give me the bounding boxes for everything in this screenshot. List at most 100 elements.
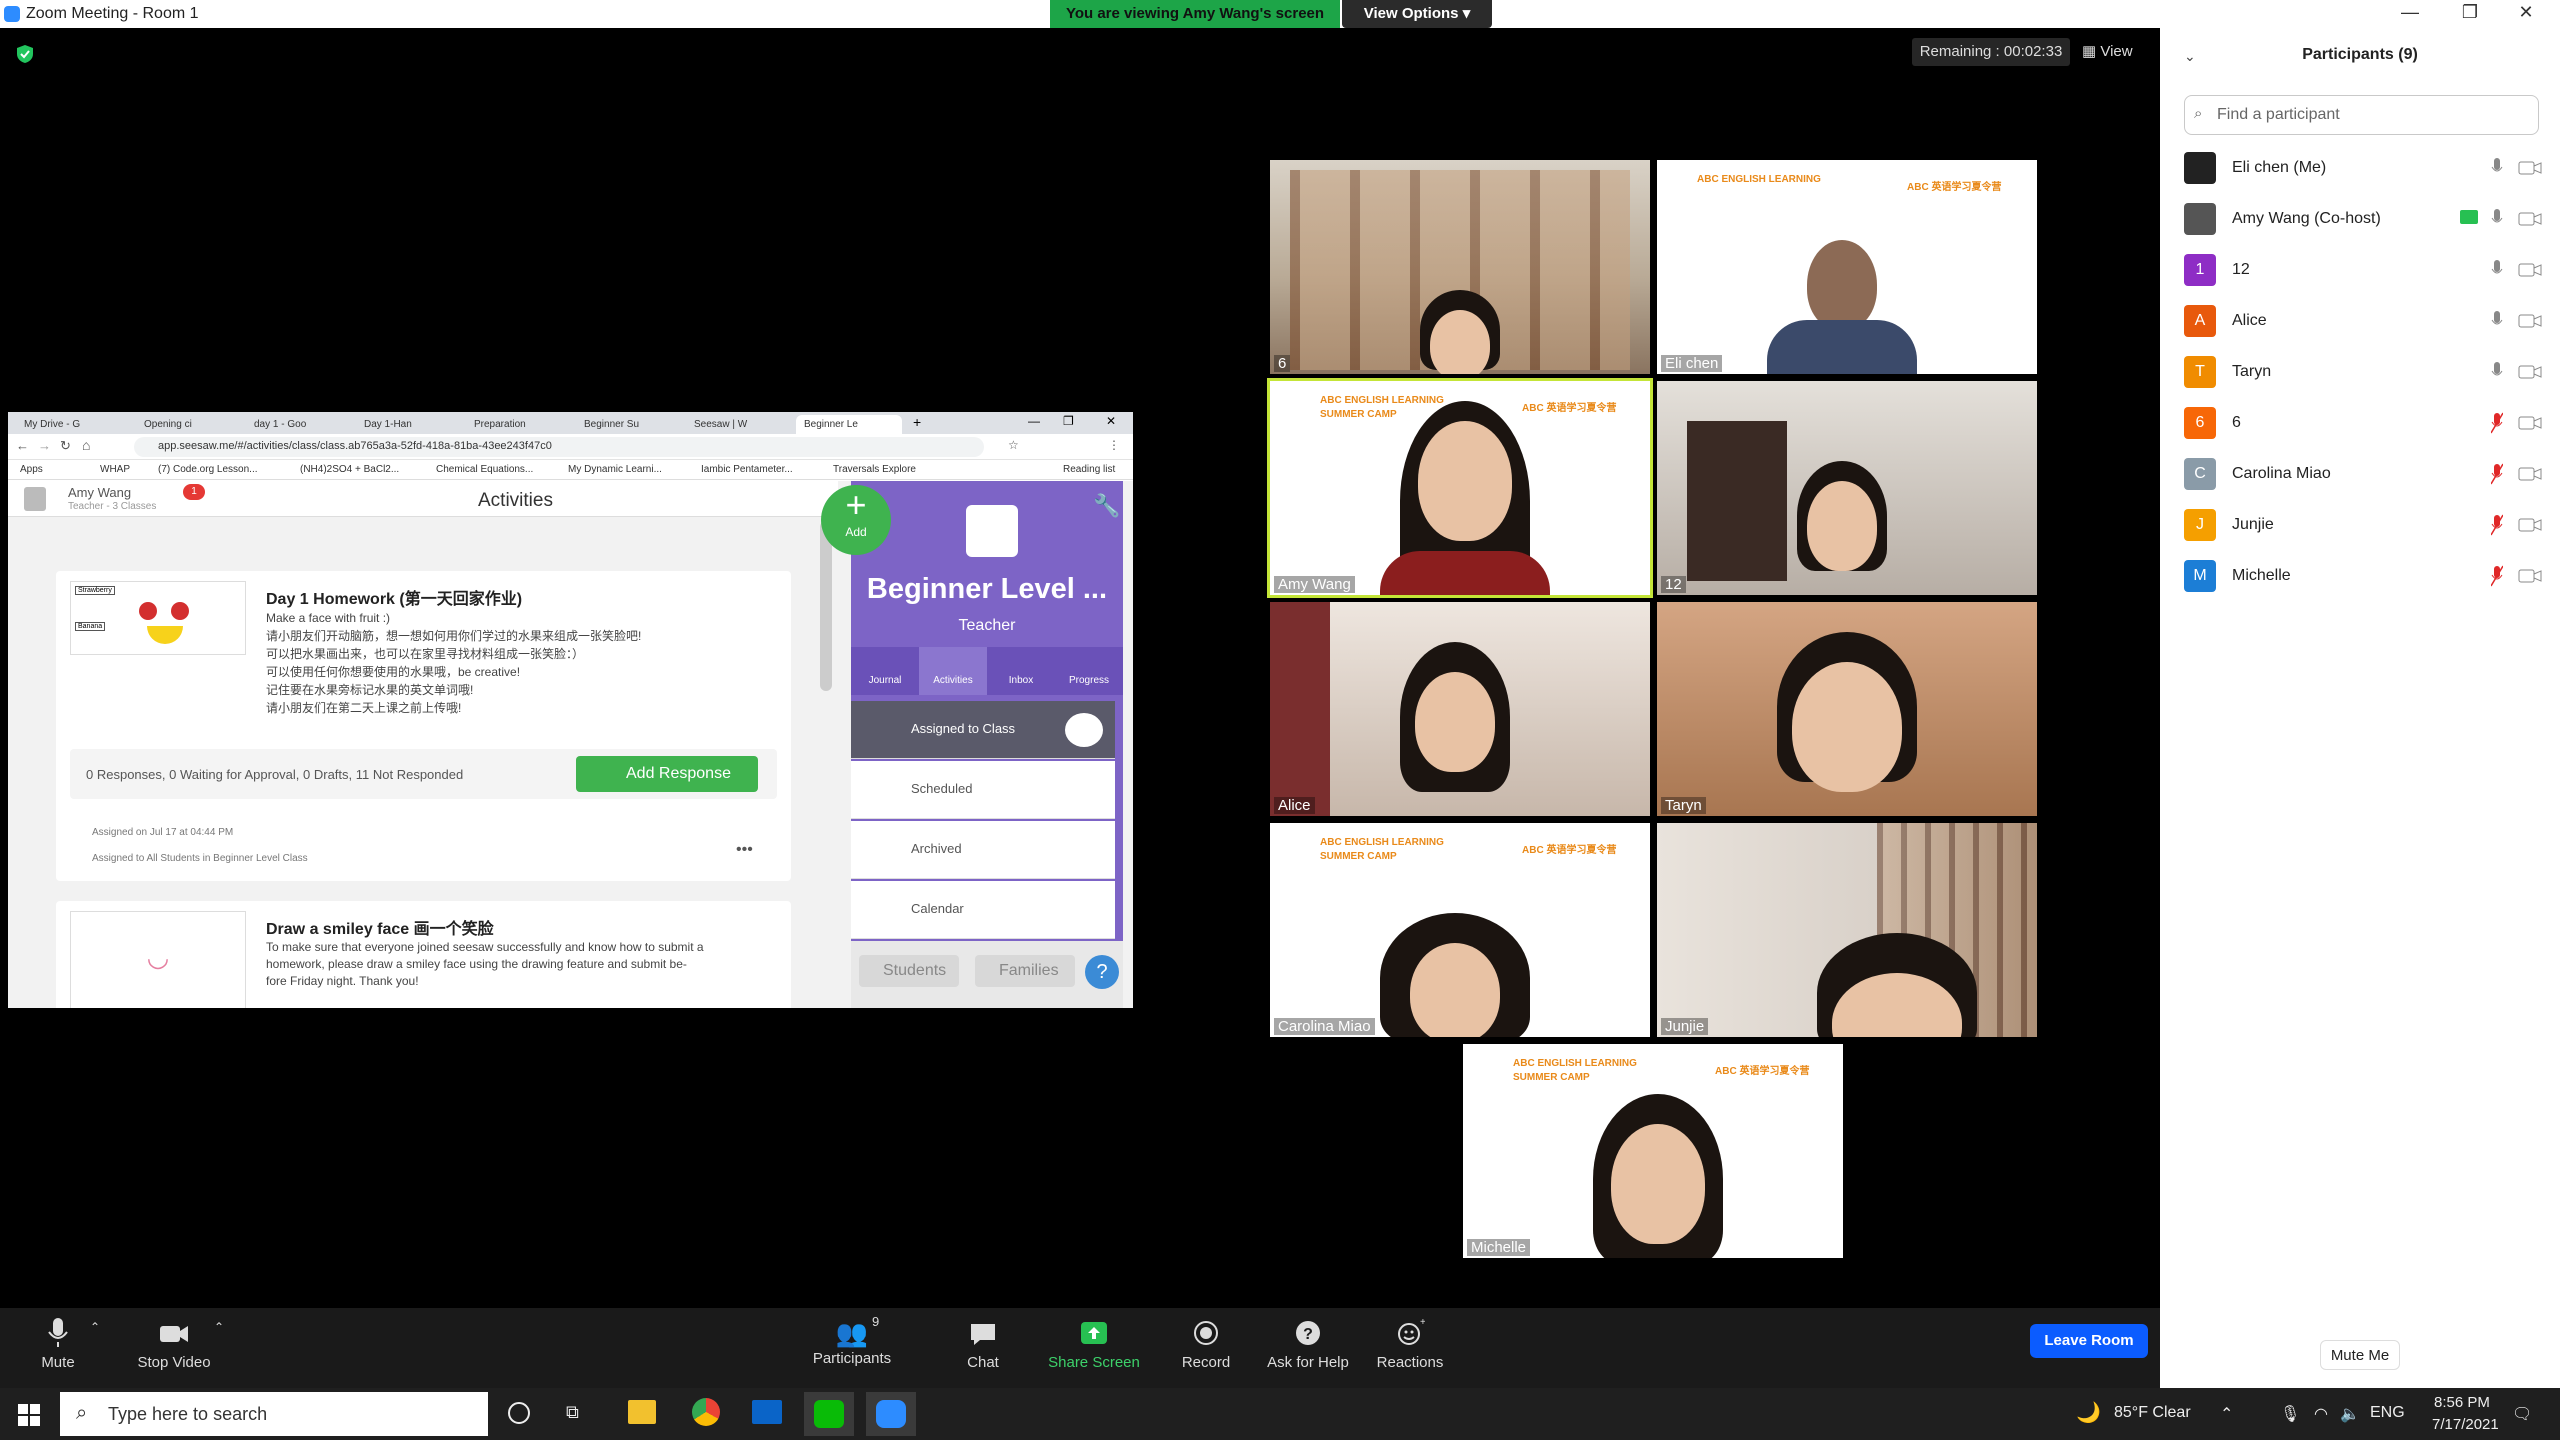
video-tile[interactable]: Junjie (1657, 823, 2037, 1037)
maximize-button[interactable]: ❐ (2450, 2, 2490, 26)
browser-tab[interactable]: Seesaw | W (686, 415, 792, 434)
nav-journal[interactable]: Journal (851, 675, 919, 686)
camera-icon[interactable] (2518, 568, 2542, 584)
bookmark[interactable]: Apps (20, 464, 43, 475)
new-tab-icon[interactable]: + (913, 414, 921, 430)
browser-tab[interactable]: Day 1-Han (356, 415, 462, 434)
share-screen-button[interactable]: Share Screen (1044, 1316, 1144, 1371)
mute-chevron-icon[interactable]: ⌃ (90, 1320, 100, 1334)
mic-icon[interactable] (2491, 360, 2503, 384)
video-tile-active-speaker[interactable]: ABC ENGLISH LEARNING SUMMER CAMP ABC 英语学… (1267, 378, 1653, 598)
browser-tab[interactable]: Preparation (466, 415, 572, 434)
camera-icon[interactable] (2518, 517, 2542, 533)
clock-time[interactable]: 8:56 PM (2434, 1394, 2490, 1411)
wifi-icon[interactable]: ◠ (2314, 1404, 2328, 1424)
activity-card[interactable]: ◡ Draw a smiley face 画一个笑脸 To make sure … (56, 901, 791, 1008)
weather[interactable]: 85°F Clear (2114, 1404, 2191, 1422)
browser-restore-icon[interactable]: ❐ (1063, 414, 1074, 428)
browser-tab[interactable]: day 1 - Goo (246, 415, 352, 434)
camera-icon[interactable] (2518, 262, 2542, 278)
ask-for-help-button[interactable]: ? Ask for Help (1258, 1316, 1358, 1371)
camera-icon[interactable] (2518, 415, 2542, 431)
add-response-button[interactable]: Add Response (576, 756, 758, 792)
clock-date[interactable]: 7/17/2021 (2432, 1416, 2499, 1433)
address-bar[interactable]: app.seesaw.me/#/activities/class/class.a… (134, 437, 984, 457)
avatar[interactable] (24, 487, 46, 511)
nav-activities-active[interactable] (919, 647, 987, 695)
video-tile[interactable]: Alice (1270, 602, 1650, 816)
tray-overflow-icon[interactable]: ⌃ (2220, 1404, 2233, 1424)
browser-tab[interactable]: Beginner Su (576, 415, 682, 434)
menu-archived[interactable]: Archived (851, 821, 1115, 879)
participant-row[interactable]: C Carolina Miao (2160, 450, 2560, 501)
participant-row[interactable]: 66 (2160, 399, 2560, 450)
mic-muted-icon[interactable] (2491, 411, 2503, 435)
back-icon[interactable]: ← (16, 438, 29, 453)
bookmark[interactable]: (NH4)2SO4 + BaCl2... (300, 464, 399, 475)
menu-assigned[interactable]: Assigned to Class (851, 701, 1115, 759)
families-button[interactable]: Families (975, 955, 1075, 987)
browser-tab[interactable]: My Drive - G (16, 415, 122, 434)
language-indicator[interactable]: ENG (2370, 1404, 2405, 1422)
mic-icon[interactable] (2491, 258, 2503, 282)
bookmark[interactable]: Traversals Explore (833, 464, 916, 475)
mic-icon[interactable] (2491, 309, 2503, 333)
reload-icon[interactable]: ↻ (60, 438, 71, 454)
participant-row[interactable]: Amy Wang (Co-host) (2160, 195, 2560, 246)
taskbar-search-input[interactable]: Type here to search (60, 1392, 488, 1436)
zoom-taskbar-item[interactable] (866, 1392, 916, 1436)
menu-calendar[interactable]: Calendar (851, 881, 1115, 939)
nav-activities[interactable]: Activities (919, 675, 987, 686)
reactions-button[interactable]: + Reactions (1360, 1316, 1460, 1371)
video-tile[interactable]: ABC ENGLISH LEARNING SUMMER CAMP ABC 英语学… (1463, 1044, 1843, 1258)
browser-close-icon[interactable]: ✕ (1106, 414, 1116, 428)
encryption-shield-icon[interactable] (16, 44, 34, 64)
mute-me-button[interactable]: Mute Me (2320, 1340, 2400, 1370)
record-button[interactable]: Record (1156, 1316, 1256, 1371)
camera-icon[interactable] (2518, 364, 2542, 380)
camera-icon[interactable] (2518, 160, 2542, 176)
forward-icon[interactable]: → (38, 438, 51, 453)
notifications-icon[interactable]: 🗨 (2512, 1404, 2532, 1424)
bookmark-star-icon[interactable]: ☆ (1008, 438, 1019, 452)
nav-inbox[interactable]: Inbox (987, 675, 1055, 686)
browser-menu-icon[interactable]: ⋮ (1108, 438, 1120, 452)
camera-icon[interactable] (2518, 466, 2542, 482)
task-view-icon[interactable]: ⧉ (566, 1402, 579, 1423)
video-tile[interactable]: ABC ENGLISH LEARNING ABC 英语学习夏令营 Eli che… (1657, 160, 2037, 374)
activity-card[interactable]: Strawberry Banana Day 1 Homework (第一天回家作… (56, 571, 791, 881)
mic-muted-icon[interactable] (2491, 513, 2503, 537)
bookmark[interactable]: WHAP (100, 464, 130, 475)
browser-tab[interactable]: Opening ci (136, 415, 242, 434)
browser-tab-active[interactable]: Beginner Le (796, 415, 902, 434)
help-icon[interactable]: ? (1085, 955, 1119, 989)
browser-minimize-icon[interactable]: — (1028, 414, 1040, 428)
participant-row[interactable]: Eli chen (Me) (2160, 144, 2560, 195)
minimize-button[interactable]: — (2390, 2, 2430, 26)
students-button[interactable]: Students (859, 955, 959, 987)
participant-row[interactable]: J Junjie (2160, 501, 2560, 552)
bookmark[interactable]: Chemical Equations... (436, 464, 533, 475)
wrench-icon[interactable]: 🔧 (1093, 493, 1120, 519)
chrome-icon[interactable] (692, 1398, 720, 1426)
scrollbar[interactable] (820, 521, 832, 691)
mail-icon[interactable] (752, 1400, 782, 1424)
more-options-icon[interactable]: ••• (736, 841, 753, 859)
bookmark[interactable]: Iambic Pentameter... (701, 464, 793, 475)
leave-room-button[interactable]: Leave Room (2030, 1324, 2148, 1358)
participant-search-input[interactable]: Find a participant (2184, 95, 2539, 135)
mic-icon[interactable] (2491, 207, 2503, 231)
view-options-button[interactable]: View Options ▾ (1342, 0, 1492, 28)
video-tile[interactable]: 6 (1270, 160, 1650, 374)
camera-icon[interactable] (2518, 211, 2542, 227)
wechat-taskbar-item[interactable] (804, 1392, 854, 1436)
video-tile[interactable]: ABC ENGLISH LEARNING SUMMER CAMP ABC 英语学… (1270, 823, 1650, 1037)
bookmark[interactable]: My Dynamic Learni... (568, 464, 662, 475)
mic-tray-icon[interactable]: 🎙 (2280, 1404, 2300, 1424)
camera-icon[interactable] (2518, 313, 2542, 329)
cortana-icon[interactable] (508, 1402, 530, 1424)
file-explorer-icon[interactable] (628, 1400, 656, 1424)
participant-row[interactable]: 1 12 (2160, 246, 2560, 297)
participant-row[interactable]: T Taryn (2160, 348, 2560, 399)
participant-row[interactable]: M Michelle (2160, 552, 2560, 603)
